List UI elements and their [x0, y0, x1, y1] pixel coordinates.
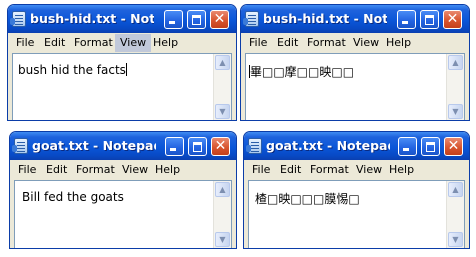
window-title: goat.txt - Notepad	[32, 139, 156, 153]
menu-bar: File Edit View Format Help	[8, 34, 236, 52]
maximize-button[interactable]	[420, 10, 439, 29]
notepad-window-goat-garbled: goat.txt - Notepad ✕ File Edit Format Vi…	[243, 131, 470, 249]
document-text[interactable]: 楂□映□□□膜惕□	[255, 190, 360, 207]
menu-format[interactable]: Format	[302, 34, 351, 52]
title-bar[interactable]: goat.txt - Notepad ✕	[10, 132, 236, 160]
title-bar[interactable]: bush-hid.txt - Not... ✕	[8, 5, 236, 33]
title-bar[interactable]: goat.txt - Notepad ✕	[244, 132, 469, 160]
menu-help[interactable]: Help	[384, 161, 419, 179]
text-edit-area[interactable]: bush hid the facts ▲ ▼	[12, 53, 232, 120]
scroll-down-icon[interactable]: ▼	[215, 232, 230, 247]
menu-view[interactable]: View	[351, 161, 387, 179]
text-cursor	[125, 63, 127, 76]
window-title: bush-hid.txt - Not...	[30, 12, 154, 26]
vertical-scrollbar[interactable]: ▲ ▼	[213, 54, 231, 120]
minimize-button[interactable]	[164, 10, 183, 29]
menu-view[interactable]: View	[117, 161, 153, 179]
menu-view[interactable]: View	[115, 34, 152, 52]
window-title: bush-hid.txt - Not...	[263, 12, 387, 26]
menu-bar: File Edit Format View Help	[10, 161, 236, 179]
menu-format[interactable]: Format	[71, 161, 120, 179]
text-edit-area[interactable]: Bill fed the goats ▲ ▼	[14, 180, 232, 248]
notepad-icon[interactable]	[243, 11, 259, 27]
document-text-content: bush hid the facts	[18, 63, 126, 77]
notepad-icon[interactable]	[246, 138, 262, 154]
close-button[interactable]: ✕	[443, 10, 462, 29]
close-button[interactable]: ✕	[211, 137, 230, 156]
document-text[interactable]: bush hid the facts	[18, 63, 127, 77]
text-edit-area[interactable]: 楂□映□□□膜惕□ ▲ ▼	[248, 180, 465, 248]
menu-file[interactable]: File	[11, 34, 39, 52]
vertical-scrollbar[interactable]: ▲ ▼	[446, 181, 464, 248]
notepad-icon[interactable]	[10, 11, 26, 27]
scroll-down-icon[interactable]: ▼	[448, 104, 463, 119]
menu-file[interactable]: File	[247, 161, 275, 179]
scroll-down-icon[interactable]: ▼	[215, 104, 230, 119]
menu-file[interactable]: File	[13, 161, 41, 179]
menu-edit[interactable]: Edit	[41, 161, 72, 179]
close-button[interactable]: ✕	[210, 10, 229, 29]
document-text-content: 畢□□摩□□映□□	[250, 65, 355, 79]
title-bar[interactable]: bush-hid.txt - Not... ✕	[241, 5, 469, 33]
notepad-window-bush-hid-garbled: bush-hid.txt - Not... ✕ File Edit Format…	[240, 4, 470, 121]
scroll-up-icon[interactable]: ▲	[215, 182, 230, 197]
window-title: goat.txt - Notepad	[266, 139, 390, 153]
scroll-down-icon[interactable]: ▼	[448, 232, 463, 247]
menu-help[interactable]: Help	[148, 34, 183, 52]
menu-file[interactable]: File	[244, 34, 272, 52]
maximize-button[interactable]	[421, 137, 440, 156]
document-text[interactable]: 畢□□摩□□映□□	[249, 63, 354, 80]
scroll-up-icon[interactable]: ▲	[448, 182, 463, 197]
menu-help[interactable]: Help	[150, 161, 185, 179]
notepad-window-goat-original: goat.txt - Notepad ✕ File Edit Format Vi…	[9, 131, 237, 249]
notepad-icon[interactable]	[12, 138, 28, 154]
notepad-window-bush-hid-original: bush-hid.txt - Not... ✕ File Edit View F…	[7, 4, 237, 121]
menu-edit[interactable]: Edit	[275, 161, 306, 179]
scroll-up-icon[interactable]: ▲	[215, 55, 230, 70]
menu-edit[interactable]: Edit	[272, 34, 303, 52]
minimize-button[interactable]	[165, 137, 184, 156]
menu-view[interactable]: View	[348, 34, 384, 52]
menu-bar: File Edit Format View Help	[244, 161, 469, 179]
vertical-scrollbar[interactable]: ▲ ▼	[213, 181, 231, 248]
menu-format[interactable]: Format	[305, 161, 354, 179]
menu-format[interactable]: Format	[69, 34, 118, 52]
menu-edit[interactable]: Edit	[39, 34, 70, 52]
minimize-button[interactable]	[397, 10, 416, 29]
document-text[interactable]: Bill fed the goats	[22, 190, 124, 204]
minimize-button[interactable]	[398, 137, 417, 156]
scroll-up-icon[interactable]: ▲	[448, 55, 463, 70]
maximize-button[interactable]	[187, 10, 206, 29]
text-edit-area[interactable]: 畢□□摩□□映□□ ▲ ▼	[245, 53, 465, 120]
close-button[interactable]: ✕	[444, 137, 463, 156]
menu-help[interactable]: Help	[381, 34, 416, 52]
maximize-button[interactable]	[188, 137, 207, 156]
menu-bar: File Edit Format View Help	[241, 34, 469, 52]
vertical-scrollbar[interactable]: ▲ ▼	[446, 54, 464, 120]
